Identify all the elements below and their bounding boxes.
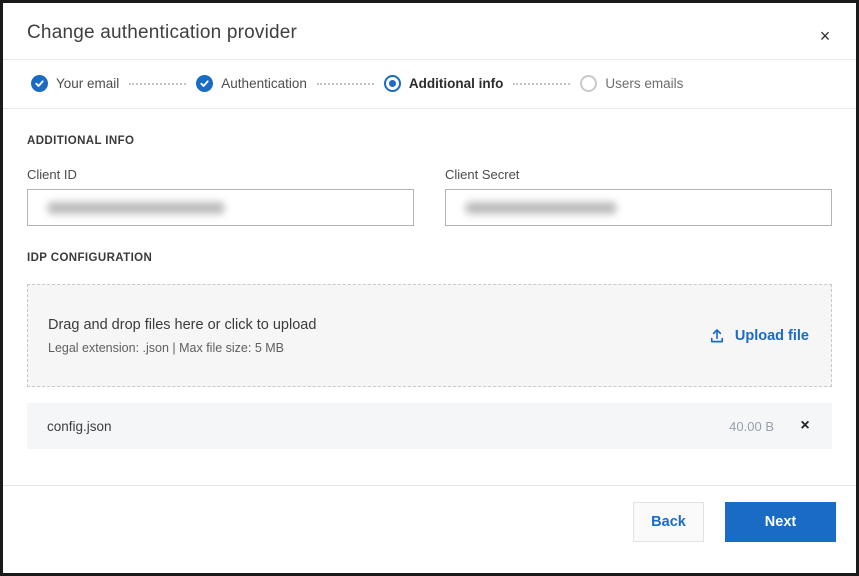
masked-client-secret-value — [465, 202, 617, 214]
page-title: Change authentication provider — [27, 22, 832, 44]
close-icon[interactable]: × — [812, 23, 838, 49]
upload-file-button-label: Upload file — [735, 328, 809, 344]
idp-configuration-section-title: IDP CONFIGURATION — [27, 252, 832, 264]
upload-file-button[interactable]: Upload file — [708, 327, 809, 345]
stepper: Your email Authentication Additional inf… — [3, 60, 856, 109]
upload-icon — [708, 327, 726, 345]
step-label: Authentication — [221, 76, 307, 91]
radio-selected-icon — [384, 75, 401, 92]
client-secret-field[interactable] — [445, 189, 832, 226]
dropzone-title: Drag and drop files here or click to upl… — [48, 317, 316, 333]
step-users-emails[interactable]: Users emails — [580, 75, 683, 92]
credential-fields-row: Client ID Client Secret — [27, 167, 832, 226]
back-button[interactable]: Back — [633, 502, 704, 542]
client-id-label: Client ID — [27, 167, 414, 182]
check-circle-icon — [31, 75, 48, 92]
step-additional-info[interactable]: Additional info — [384, 75, 503, 92]
modal-body: ADDITIONAL INFO Client ID Client Secret … — [3, 109, 856, 485]
masked-client-id-value — [47, 202, 225, 214]
step-label: Additional info — [409, 76, 503, 91]
client-id-field-group: Client ID — [27, 167, 414, 226]
stepper-connector — [317, 83, 374, 85]
uploaded-file-row: config.json 40.00 B × — [27, 403, 832, 449]
step-label: Your email — [56, 76, 119, 91]
step-label: Users emails — [605, 76, 683, 91]
additional-info-section-title: ADDITIONAL INFO — [27, 135, 832, 147]
client-secret-label: Client Secret — [445, 167, 832, 182]
dropzone-hint: Legal extension: .json | Max file size: … — [48, 341, 316, 355]
uploaded-file-name: config.json — [47, 419, 729, 434]
file-dropzone[interactable]: Drag and drop files here or click to upl… — [27, 284, 832, 387]
step-your-email[interactable]: Your email — [31, 75, 119, 92]
radio-empty-icon — [580, 75, 597, 92]
remove-file-icon[interactable]: × — [794, 415, 816, 437]
modal-header: Change authentication provider × — [3, 3, 856, 60]
client-id-field[interactable] — [27, 189, 414, 226]
stepper-connector — [129, 83, 186, 85]
step-authentication[interactable]: Authentication — [196, 75, 307, 92]
stepper-connector — [513, 83, 570, 85]
check-circle-icon — [196, 75, 213, 92]
next-button[interactable]: Next — [725, 502, 836, 542]
dropzone-text: Drag and drop files here or click to upl… — [48, 317, 316, 355]
client-secret-field-group: Client Secret — [445, 167, 832, 226]
uploaded-file-size: 40.00 B — [729, 419, 774, 434]
change-auth-provider-modal: Change authentication provider × Your em… — [0, 0, 859, 576]
modal-footer: Back Next — [3, 485, 856, 573]
